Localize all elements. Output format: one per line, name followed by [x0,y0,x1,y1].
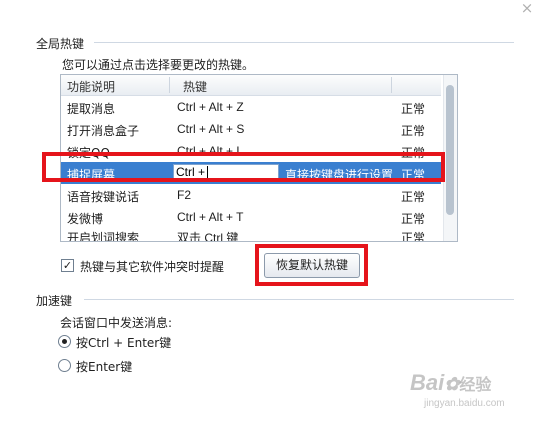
hotkey-cell: Ctrl + Alt + T [177,210,244,224]
status-cell: 正常 [401,231,426,242]
hotkey-table: 功能说明 热键 提取消息 Ctrl + Alt + Z 正常 打开消息盒子 Ct… [60,74,458,242]
section-title-accelerator: 加速键 [36,294,73,308]
table-row[interactable]: 提取消息 Ctrl + Alt + Z 正常 [61,96,441,118]
conflict-checkbox[interactable]: ✓ [61,259,74,272]
function-cell: 打开消息盒子 [67,124,140,138]
table-row-selected[interactable]: 捕捉屏幕 Ctrl + 直接按键盘进行设置 正常 [61,162,441,184]
function-cell: 语音按键说话 [67,190,140,204]
hotkey-cell: F2 [177,188,192,202]
column-divider [391,77,392,93]
table-row[interactable]: 开启划词搜索 双击 Ctrl 键 正常 [61,225,441,242]
status-cell: 正常 [401,146,426,160]
restore-default-hotkeys-button[interactable]: 恢复默认热键 [264,253,360,278]
hotkey-cell: 双击 Ctrl 键 [177,231,239,242]
hotkey-cell: Ctrl + Alt + S [177,122,245,136]
hotkey-hint: 直接按键盘进行设置 [285,168,394,182]
hotkey-cell: Ctrl + Alt + L [177,144,244,158]
watermark-brand: Bai✿经验 [410,370,491,396]
function-cell: 提取消息 [67,102,116,116]
radio-label-ctrl-enter[interactable]: 按Ctrl + Enter键 [76,334,171,351]
hotkey-input-value: Ctrl + [176,165,206,179]
column-divider [169,77,170,93]
status-cell: 正常 [401,190,426,204]
conflict-checkbox-label[interactable]: 热键与其它软件冲突时提醒 [80,258,224,275]
section-divider [84,299,514,300]
hotkey-cell: Ctrl + Alt + Z [177,100,244,114]
watermark-brand-text: Bai [410,370,445,395]
watermark-url: jingyan.baidu.com [424,398,505,409]
status-cell: 正常 [401,124,426,138]
hotkey-description: 您可以通过点击选择要更改的热键。 [62,58,255,72]
radio-label-enter[interactable]: 按Enter键 [76,358,132,375]
radio-selected-dot [62,339,67,344]
function-cell: 锁定QQ [67,146,110,160]
status-cell: 正常 [401,168,426,182]
table-row[interactable]: 语音按键说话 F2 正常 [61,184,441,206]
scroll-thumb[interactable] [446,85,454,215]
text-caret [207,166,209,178]
hotkey-input[interactable]: Ctrl + [173,164,279,180]
column-header-function: 功能说明 [67,80,116,94]
section-divider [94,42,514,43]
radio-ctrl-enter[interactable] [58,335,71,348]
status-cell: 正常 [401,102,426,116]
accelerator-subtitle: 会话窗口中发送消息: [60,316,173,330]
column-header-hotkey: 热键 [183,80,208,94]
watermark-brand-text-2: 经验 [459,377,492,394]
table-header: 功能说明 热键 [61,75,441,96]
table-row[interactable]: 锁定QQ Ctrl + Alt + L 正常 [61,140,441,162]
close-icon[interactable]: × [516,0,538,16]
paw-icon: ✿ [444,374,460,394]
radio-enter[interactable] [58,359,71,372]
function-cell: 开启划词搜索 [67,231,140,242]
table-row[interactable]: 打开消息盒子 Ctrl + Alt + S 正常 [61,118,441,140]
function-cell: 捕捉屏幕 [67,168,116,182]
section-title-global-hotkeys: 全局热键 [36,37,85,51]
